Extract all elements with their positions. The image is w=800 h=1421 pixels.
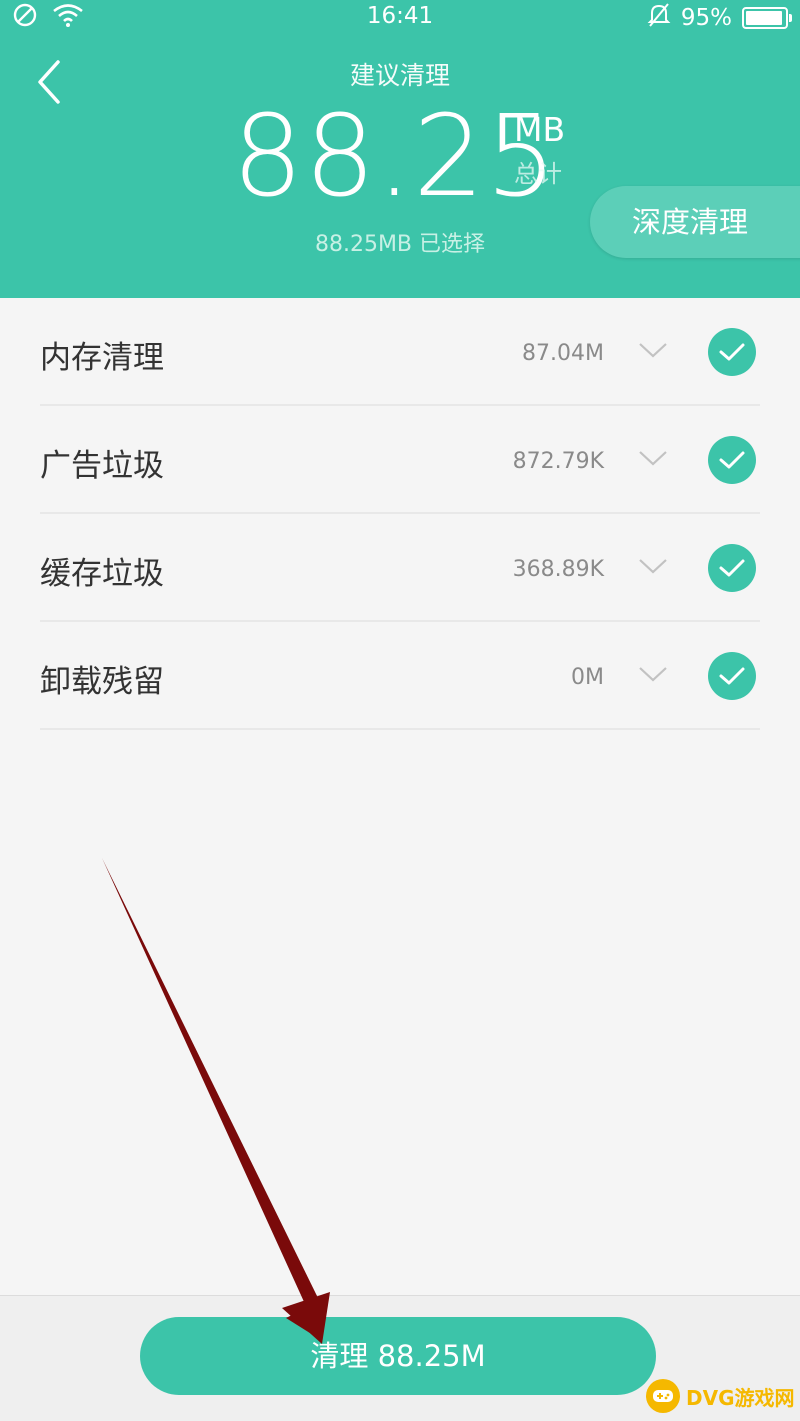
watermark: DVG游戏网: [646, 1376, 795, 1416]
item-label: 卸载残留: [40, 664, 164, 700]
item-label: 缓存垃圾: [40, 556, 164, 592]
page-title: 建议清理: [349, 61, 450, 90]
check-icon[interactable]: [708, 328, 756, 376]
list-item-cache-junk[interactable]: 缓存垃圾 368.89K: [40, 514, 760, 622]
item-label: 内存清理: [40, 340, 164, 376]
chevron-down-icon[interactable]: [638, 666, 668, 682]
status-right: 95%: [647, 2, 792, 34]
list-item-ad-junk[interactable]: 广告垃圾 872.79K: [40, 406, 760, 514]
battery-icon: [742, 7, 792, 29]
list-item-uninstall-residue[interactable]: 卸载残留 0M: [40, 622, 760, 730]
gamepad-icon: [646, 1379, 680, 1413]
cleanup-list: 内存清理 87.04M 广告垃圾 872.79K 缓存垃圾 368.89K 卸载…: [0, 298, 800, 730]
total-size-value: 88.25: [232, 92, 558, 222]
deep-clean-button[interactable]: 深度清理: [590, 186, 800, 258]
item-label: 广告垃圾: [40, 448, 164, 484]
total-size-unit: MB: [514, 110, 566, 149]
mute-bell-icon: [647, 2, 671, 34]
watermark-text: DVG游戏网: [686, 1385, 795, 1410]
chevron-down-icon[interactable]: [638, 558, 668, 574]
clean-button[interactable]: 清理 88.25M: [140, 1317, 656, 1395]
item-size: 0M: [571, 665, 604, 690]
total-label: 总计: [514, 160, 562, 188]
check-icon[interactable]: [708, 544, 756, 592]
battery-percent: 95%: [680, 5, 732, 31]
status-bar: 16:41 95%: [0, 0, 800, 34]
chevron-down-icon[interactable]: [638, 342, 668, 358]
item-size: 872.79K: [512, 449, 604, 474]
header: 16:41 95% 建议清理 88.25 MB 总计 88.25MB 已选择 深…: [0, 0, 800, 298]
item-size: 87.04M: [522, 341, 604, 366]
list-item-memory[interactable]: 内存清理 87.04M: [40, 298, 760, 406]
chevron-down-icon[interactable]: [638, 450, 668, 466]
item-size: 368.89K: [512, 557, 604, 582]
check-icon[interactable]: [708, 652, 756, 700]
battery-fill: [746, 11, 783, 25]
check-icon[interactable]: [708, 436, 756, 484]
